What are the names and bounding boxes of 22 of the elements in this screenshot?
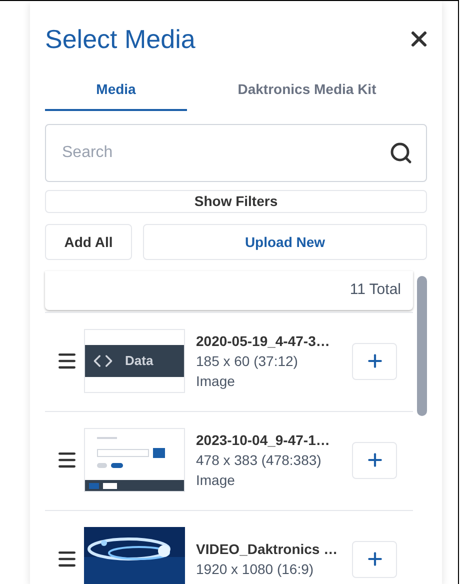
add-button[interactable] — [352, 442, 397, 478]
thumbnail-label: Data — [125, 352, 154, 370]
upload-new-button[interactable]: Upload New — [143, 224, 427, 260]
media-type: Image — [196, 471, 236, 490]
media-size: 185 x 60 (37:12) — [196, 352, 299, 371]
add-button[interactable] — [352, 540, 397, 578]
media-size: 1920 x 1080 (16:9) — [196, 560, 315, 579]
search-icon — [389, 141, 413, 165]
scrollbar[interactable] — [417, 276, 427, 416]
dialog-title: Select Media — [45, 22, 196, 56]
media-name: 2023-10-04_9-47-1… — [196, 431, 331, 450]
search-field[interactable]: Search — [45, 124, 427, 182]
media-type: Image — [196, 372, 236, 391]
media-name: 2020-05-19_4-47-3… — [196, 332, 331, 351]
add-button[interactable] — [352, 342, 397, 380]
media-name: VIDEO_Daktronics … — [196, 540, 339, 559]
tab[interactable]: Daktronics Media Kit — [187, 69, 427, 111]
add-all-button[interactable]: Add All — [45, 224, 132, 260]
total-count: 11 Total — [350, 280, 401, 300]
show-filters-button[interactable]: Show Filters — [45, 190, 427, 213]
tab[interactable]: Media — [45, 69, 187, 111]
media-size: 478 x 383 (478:383) — [196, 451, 322, 470]
